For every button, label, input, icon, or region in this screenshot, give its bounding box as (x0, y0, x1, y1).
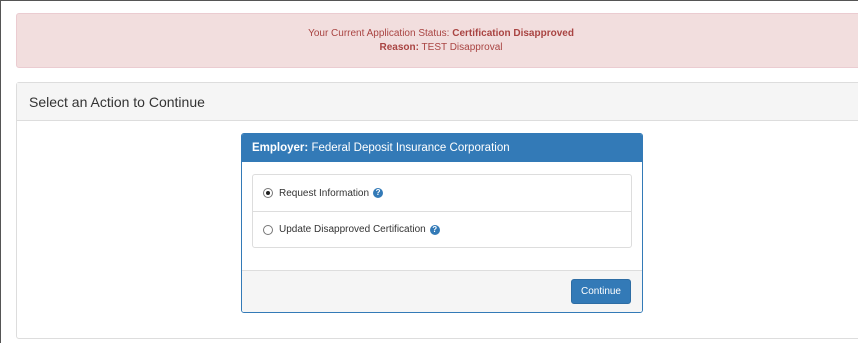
option-label: Update Disapproved Certification (279, 224, 426, 235)
status-line: Your Current Application Status: Certifi… (17, 27, 858, 41)
page: Your Current Application Status: Certifi… (0, 0, 858, 343)
action-panel: Select an Action to Continue Employer: F… (16, 82, 858, 339)
reason-label: Reason: (379, 42, 419, 53)
status-prefix: Your Current Application Status: (308, 28, 450, 39)
card-heading: Employer: Federal Deposit Insurance Corp… (242, 134, 642, 162)
status-alert: Your Current Application Status: Certifi… (16, 13, 858, 68)
question-circle-icon[interactable]: ? (373, 188, 384, 198)
employer-card: Employer: Federal Deposit Insurance Corp… (241, 133, 643, 313)
action-options: Request Information ? Update Disapproved… (252, 174, 632, 248)
card-footer: Continue (242, 270, 642, 312)
employer-name: Federal Deposit Insurance Corporation (311, 142, 510, 154)
reason-value: TEST Disapproval (421, 42, 503, 53)
employer-label: Employer: (252, 142, 309, 154)
question-circle-icon[interactable]: ? (429, 224, 440, 235)
reason-line: Reason: TEST Disapproval (17, 41, 858, 55)
panel-title: Select an Action to Continue (17, 83, 858, 121)
request-information-radio[interactable] (263, 188, 273, 198)
option-label: Request Information (279, 187, 370, 199)
option-request-information[interactable]: Request Information ? (253, 175, 631, 211)
continue-button[interactable]: Continue (570, 279, 631, 304)
status-value: Certification Disapproved (452, 28, 574, 39)
option-update-certification[interactable]: Update Disapproved Certification ? (253, 211, 631, 247)
update-certification-radio[interactable] (263, 224, 273, 235)
